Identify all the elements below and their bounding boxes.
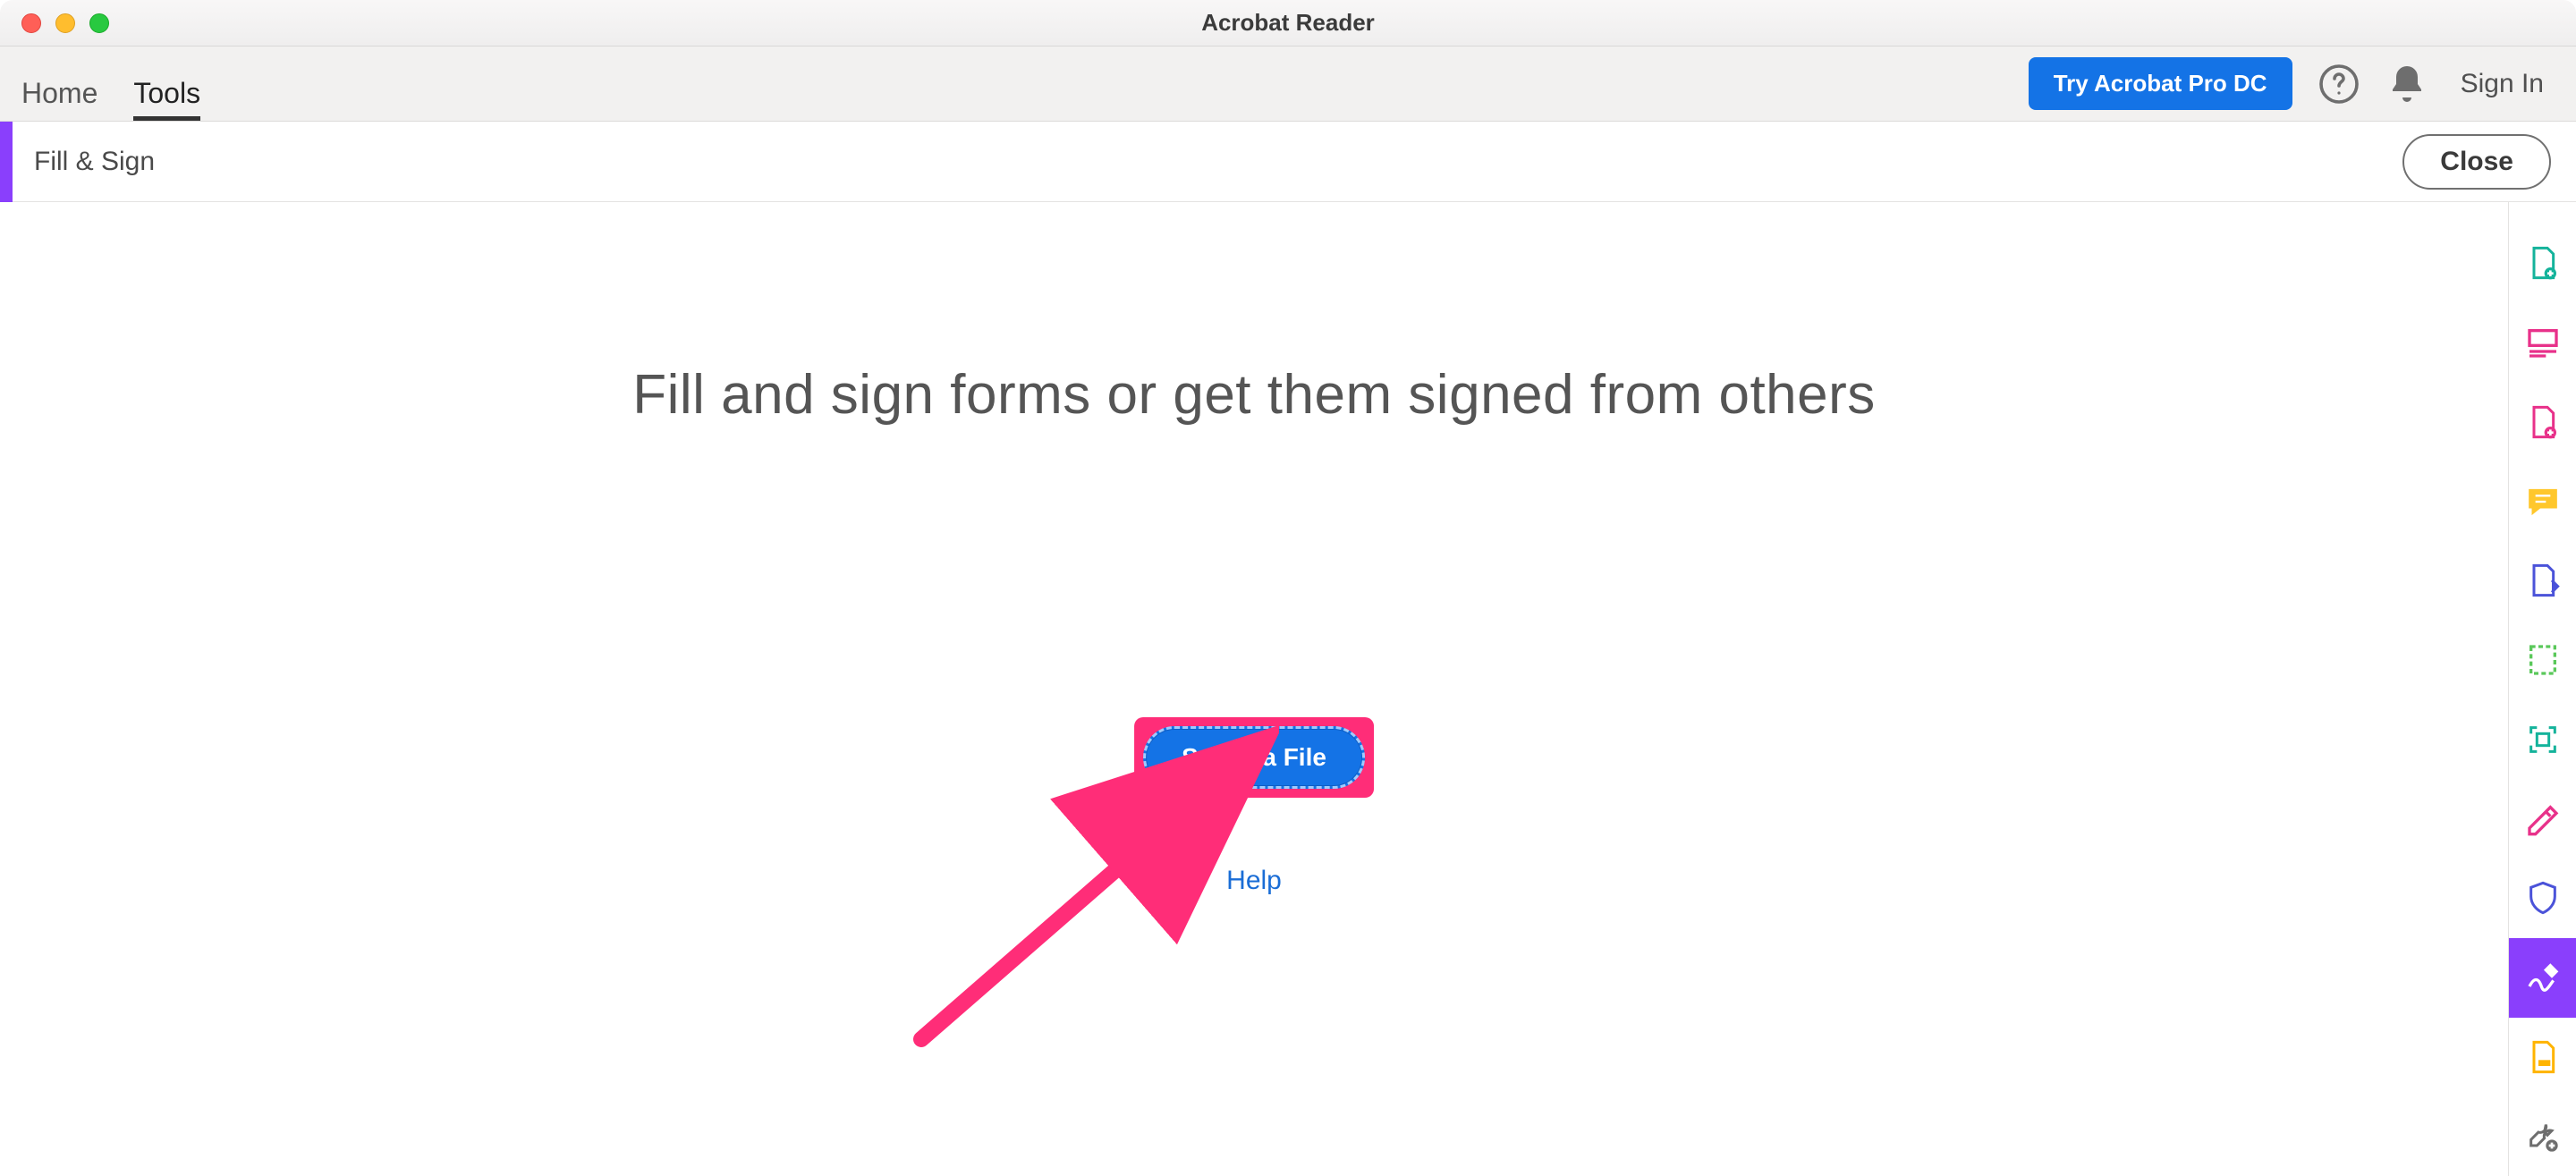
top-toolbar: Home Tools Try Acrobat Pro DC Sign In	[0, 47, 2576, 122]
annotation-highlight: Select a File	[1134, 717, 1374, 798]
tool-name-label: Fill & Sign	[34, 147, 155, 177]
page-heading: Fill and sign forms or get them signed f…	[0, 363, 2508, 427]
comment-icon[interactable]	[2509, 461, 2576, 541]
main-tabs: Home Tools	[21, 47, 200, 121]
redact-icon[interactable]	[2509, 779, 2576, 859]
more-tools-icon[interactable]	[2509, 1096, 2576, 1176]
close-window-button[interactable]	[21, 13, 41, 33]
main-content: Fill and sign forms or get them signed f…	[0, 202, 2508, 1176]
notifications-icon[interactable]	[2385, 63, 2428, 106]
close-tool-button[interactable]: Close	[2402, 134, 2551, 190]
fill-sign-icon[interactable]	[2509, 938, 2576, 1018]
right-tool-rail	[2508, 202, 2576, 1176]
minimize-window-button[interactable]	[55, 13, 75, 33]
window-controls	[21, 13, 109, 33]
combine-files-icon[interactable]	[2509, 303, 2576, 383]
export-pdf-icon[interactable]	[2509, 541, 2576, 621]
window-title: Acrobat Reader	[0, 9, 2576, 37]
stamp-icon[interactable]	[2509, 1018, 2576, 1097]
create-pdf-icon[interactable]	[2509, 224, 2576, 303]
tab-tools[interactable]: Tools	[133, 77, 200, 121]
protect-icon[interactable]	[2509, 859, 2576, 938]
tool-context-bar: Fill & Sign Close	[0, 122, 2576, 202]
help-link[interactable]: Help	[1226, 866, 1282, 896]
organize-pages-icon[interactable]	[2509, 621, 2576, 700]
window-titlebar: Acrobat Reader	[0, 0, 2576, 47]
tool-accent-bar	[0, 122, 13, 202]
try-acrobat-button[interactable]: Try Acrobat Pro DC	[2029, 57, 2292, 110]
sign-in-link[interactable]: Sign In	[2461, 69, 2544, 99]
tab-home[interactable]: Home	[21, 77, 97, 121]
compress-pdf-icon[interactable]	[2509, 700, 2576, 780]
edit-pdf-icon[interactable]	[2509, 383, 2576, 462]
maximize-window-button[interactable]	[89, 13, 109, 33]
help-icon[interactable]	[2318, 63, 2360, 106]
select-file-button[interactable]: Select a File	[1143, 726, 1365, 789]
